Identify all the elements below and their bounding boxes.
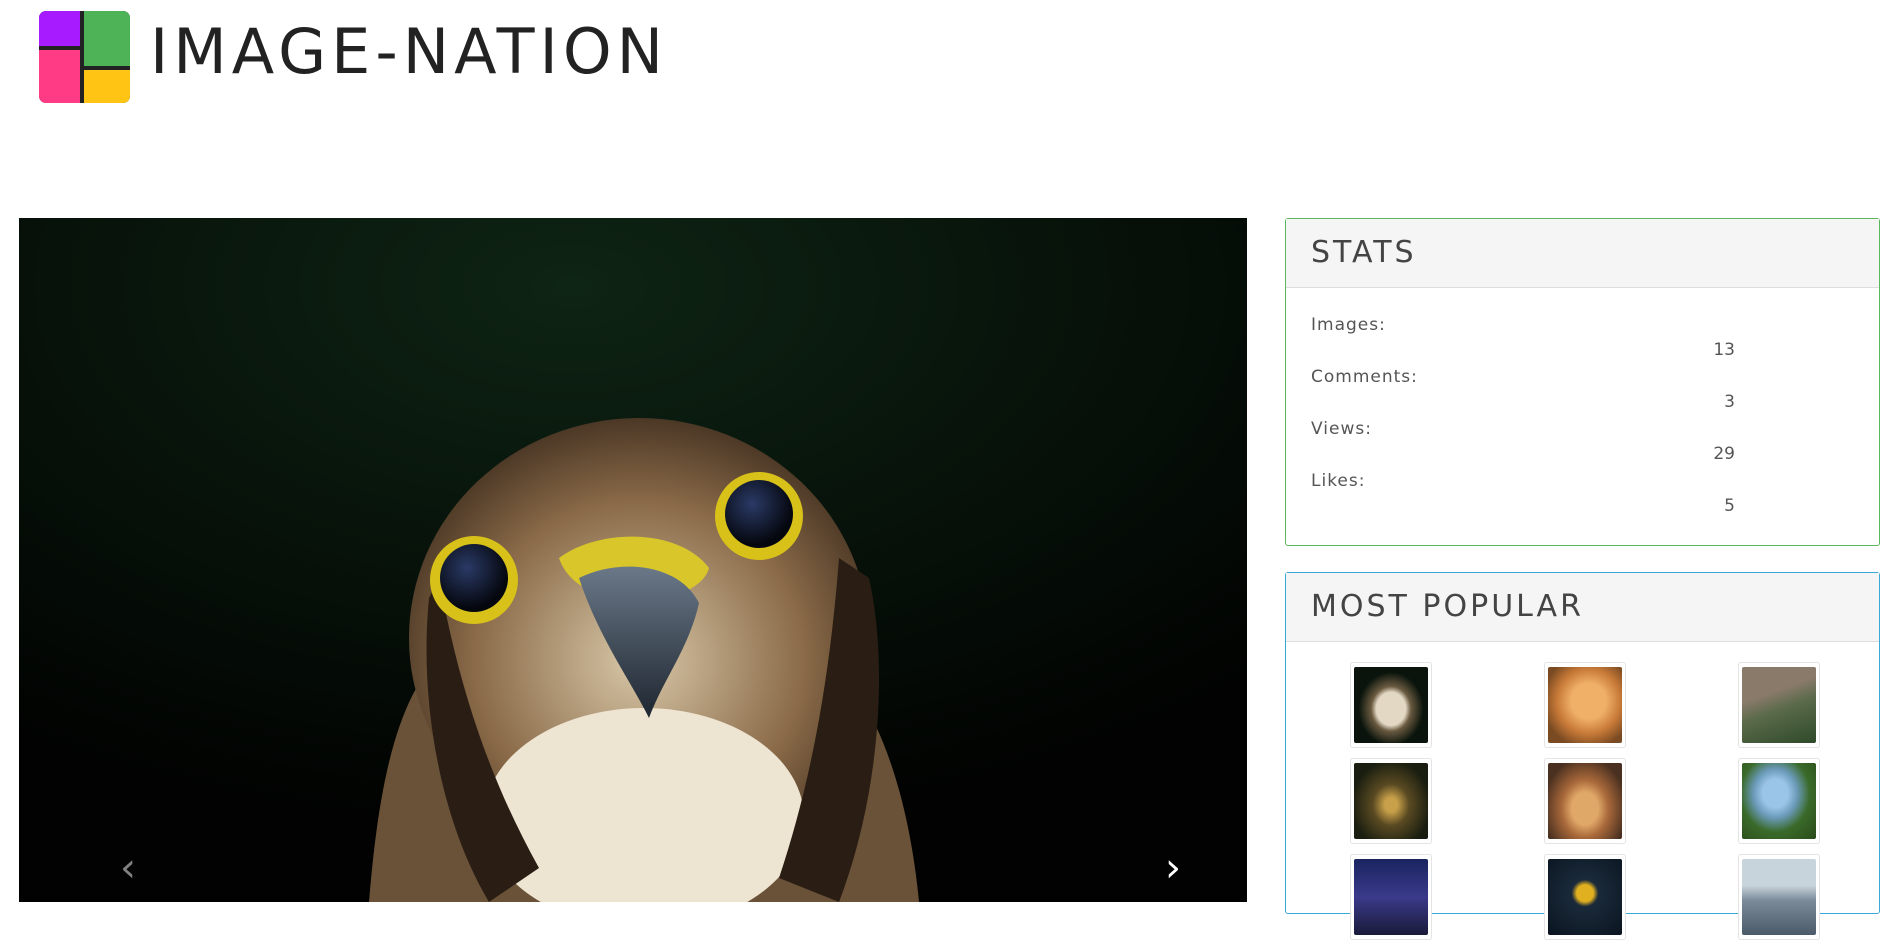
thumbnail-image — [1354, 667, 1428, 743]
brand-logo-icon[interactable] — [39, 11, 130, 103]
stat-value: 29 — [1713, 444, 1735, 464]
thumbnail-image — [1742, 667, 1816, 743]
thumbnail-mountains[interactable] — [1738, 854, 1820, 940]
thumbnail-forest[interactable] — [1350, 758, 1432, 844]
falcon-eye-left — [440, 544, 508, 612]
logo-square-purple — [39, 11, 80, 46]
falcon-eye-right — [725, 480, 793, 548]
stat-row-views: Views: 29 — [1311, 417, 1854, 469]
stat-value: 3 — [1724, 392, 1735, 412]
thumbnail-orange-cat[interactable] — [1544, 662, 1626, 748]
carousel-next-chevron-right-icon[interactable]: › — [1153, 848, 1193, 888]
stats-list: Images: 13 Comments: 3 Views: 29 Likes: … — [1286, 288, 1879, 521]
logo-square-pink — [39, 50, 80, 103]
image-carousel[interactable]: ‹ › — [19, 218, 1247, 902]
thumbnail-night-sky[interactable] — [1350, 854, 1432, 940]
thumbnail-image — [1548, 859, 1622, 935]
stat-value: 13 — [1713, 340, 1735, 360]
stats-heading: STATS — [1286, 219, 1879, 288]
stat-label: Views: — [1311, 419, 1372, 439]
brand-name[interactable]: IMAGE-NATION — [150, 14, 668, 90]
thumbnail-image — [1354, 763, 1428, 839]
stat-label: Comments: — [1311, 367, 1418, 387]
logo-square-green — [84, 11, 130, 66]
most-popular-heading: MOST POPULAR — [1286, 573, 1879, 642]
thumbnail-image — [1548, 667, 1622, 743]
thumbnail-image — [1742, 763, 1816, 839]
thumbnail-image — [1742, 859, 1816, 935]
logo-square-yellow — [84, 70, 130, 103]
thumbnail-image — [1548, 763, 1622, 839]
stat-label: Images: — [1311, 315, 1386, 335]
carousel-prev-chevron-left-icon[interactable]: ‹ — [108, 848, 148, 888]
thumbnail-image — [1354, 859, 1428, 935]
thumbnail-moon[interactable] — [1544, 854, 1626, 940]
thumbnail-blue-eggs[interactable] — [1738, 758, 1820, 844]
thumbnail-bread[interactable] — [1544, 758, 1626, 844]
thumbnail-cat-grass[interactable] — [1738, 662, 1820, 748]
most-popular-panel: MOST POPULAR — [1285, 572, 1880, 940]
stat-value: 5 — [1724, 496, 1735, 516]
stat-row-likes: Likes: 5 — [1311, 469, 1854, 521]
stat-label: Likes: — [1311, 471, 1366, 491]
carousel-slide-falcon-image — [19, 218, 1247, 902]
stat-row-comments: Comments: 3 — [1311, 365, 1854, 417]
stats-panel: STATS Images: 13 Comments: 3 Views: 29 L… — [1285, 218, 1880, 546]
thumbnail-falcon[interactable] — [1350, 662, 1432, 748]
stat-row-images: Images: 13 — [1311, 313, 1854, 365]
